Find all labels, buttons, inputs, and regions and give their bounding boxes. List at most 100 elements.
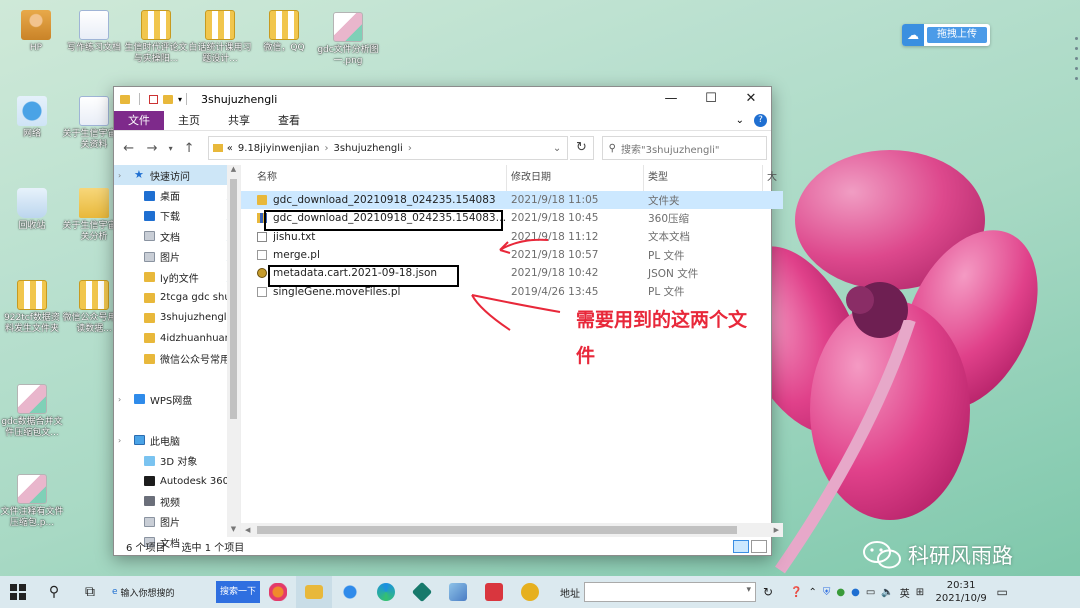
column-size[interactable]: 大 — [763, 165, 783, 191]
column-type[interactable]: 类型 — [644, 165, 763, 191]
nav-item[interactable]: 桌面📌 — [114, 185, 240, 205]
browser-search-input[interactable]: e 输入你想搜的 — [108, 581, 216, 603]
nav-item[interactable]: 3shujuzhengli — [114, 308, 240, 328]
chevron-right-icon[interactable]: › — [408, 143, 412, 154]
clock[interactable]: 20:31 2021/10/9 — [930, 579, 992, 605]
file-type: 文本文档 — [648, 231, 690, 244]
chevron-right-icon[interactable]: › — [118, 395, 128, 404]
nav-item[interactable]: 微信公众号常用图 — [114, 349, 240, 369]
customize-toolbar-icon[interactable]: ▾ — [178, 95, 182, 104]
desktop-icon[interactable]: gdc文件分析图一.png — [316, 12, 380, 67]
nav-item[interactable] — [114, 410, 240, 430]
desktop-icon[interactable]: 回收站 — [0, 188, 64, 232]
address-toolbar-input[interactable]: ▾ — [584, 582, 757, 602]
file-date: 2019/4/26 13:45 — [511, 285, 599, 298]
volume-icon[interactable]: 🔈 — [881, 587, 893, 598]
tray-app-icon[interactable]: ● — [836, 587, 845, 598]
properties-icon[interactable] — [149, 94, 158, 104]
baidu-netdisk-icon[interactable] — [332, 576, 368, 608]
nav-item[interactable]: › 此电脑 — [114, 430, 240, 450]
tab-file[interactable]: 文件 — [114, 111, 164, 130]
nav-item[interactable]: › ★ 快速访问 — [114, 165, 240, 186]
ime-language[interactable]: 英 — [900, 585, 910, 600]
desktop-icon[interactable]: 写作练习文档 — [62, 10, 126, 54]
new-folder-icon[interactable] — [163, 94, 173, 104]
chevron-right-icon[interactable]: › — [324, 143, 328, 154]
chevron-right-icon[interactable]: › — [118, 436, 128, 445]
shield-icon[interactable]: ⛨ — [823, 587, 831, 598]
close-button[interactable]: ✕ — [731, 87, 771, 111]
search-input[interactable]: ⚲ 搜索"3shujuzhengli" — [601, 136, 768, 160]
file-row[interactable]: gdc_download_20210918_024235.154083 2021/… — [241, 191, 783, 210]
tab-share[interactable]: 共享 — [214, 111, 264, 130]
forward-button[interactable]: → — [141, 141, 162, 156]
nav-item[interactable]: 图片 — [114, 512, 240, 532]
ime-mode-icon[interactable]: ⊞ — [916, 587, 924, 598]
search-go-button[interactable]: 搜索一下 — [216, 581, 261, 603]
column-date[interactable]: 修改日期 — [507, 165, 644, 191]
notification-icon[interactable]: ▭ — [992, 585, 1012, 599]
nav-item[interactable] — [114, 369, 240, 389]
desktop-icon[interactable]: 文件注释有文件压缩包.p... — [0, 474, 64, 529]
chevron-down-icon[interactable]: ⌄ — [547, 143, 567, 154]
nav-item[interactable]: 4idzhuanhuang — [114, 328, 240, 348]
nav-item[interactable]: 视频 — [114, 491, 240, 511]
app-icon[interactable] — [512, 576, 548, 608]
address-bar[interactable]: « 9.18jiyinwenjian › 3shujuzhengli › ⌄ — [207, 136, 569, 160]
app-icon[interactable] — [440, 576, 476, 608]
zip-icon — [17, 280, 47, 310]
file-type: JSON 文件 — [648, 267, 699, 280]
desktop-icon[interactable]: HP — [4, 10, 68, 54]
upload-widget[interactable]: ☁ 拖拽上传 — [902, 24, 990, 46]
search-icon[interactable]: ⚲ — [36, 576, 72, 608]
breadcrumb-item[interactable]: 9.18jiyinwenjian — [238, 143, 320, 154]
nav-item[interactable]: ly的文件📌 — [114, 267, 240, 287]
horizontal-scrollbar[interactable]: ◀ ▶ — [241, 523, 783, 537]
refresh-button[interactable]: ↻ — [570, 136, 594, 160]
nav-item[interactable]: 图片📌 — [114, 247, 240, 267]
app-icon[interactable] — [260, 576, 296, 608]
desktop-icon[interactable]: gdc数据合并文件压缩包文... — [0, 384, 64, 439]
nav-scrollbar[interactable]: ▲ ▼ — [227, 165, 240, 537]
chevron-right-icon[interactable]: › — [118, 171, 128, 180]
task-view-icon[interactable]: ⧉ — [72, 576, 108, 608]
breadcrumb-overflow[interactable]: « — [227, 143, 233, 154]
file-row[interactable]: merge.pl 2021/9/18 10:57 PL 文件 — [241, 246, 783, 264]
nav-item[interactable]: 2tcga gdc shuju — [114, 287, 240, 307]
help-icon[interactable]: ❓ — [790, 587, 802, 598]
nav-item[interactable]: › WPS网盘 — [114, 389, 240, 409]
column-name[interactable]: 名称 — [257, 165, 507, 191]
nav-item[interactable]: 下载📌 — [114, 206, 240, 226]
wps-icon[interactable] — [476, 576, 512, 608]
large-icons-view-button[interactable] — [751, 539, 767, 553]
minimize-button[interactable]: — — [651, 87, 691, 111]
network-icon[interactable]: ▭ — [866, 587, 875, 598]
desktop-icon[interactable]: 网络 — [0, 96, 64, 140]
back-button[interactable]: ← — [118, 141, 139, 156]
tab-view[interactable]: 查看 — [264, 111, 314, 130]
desktop-icon[interactable]: 922tcf数据资料发生文件夹 — [0, 280, 64, 335]
details-view-button[interactable] — [733, 539, 749, 553]
nav-item[interactable]: 文档📌 — [114, 226, 240, 246]
app-icon[interactable] — [404, 576, 440, 608]
expand-ribbon-icon[interactable]: ⌄ — [736, 115, 744, 126]
tray-app-icon[interactable]: ● — [851, 587, 860, 598]
up-button[interactable]: ↑ — [178, 141, 199, 156]
edge-icon[interactable] — [368, 576, 404, 608]
chevron-up-icon[interactable]: ⌃ — [808, 587, 816, 598]
desktop-icon[interactable]: 微信，QQ — [252, 10, 316, 54]
tab-home[interactable]: 主页 — [164, 111, 214, 130]
recent-locations-button[interactable]: ▾ — [165, 144, 177, 153]
refresh-icon[interactable]: ↻ — [756, 576, 780, 608]
upload-button[interactable]: 拖拽上传 — [927, 27, 987, 43]
nav-item[interactable]: Autodesk 360 — [114, 471, 240, 491]
file-explorer-icon[interactable] — [296, 576, 333, 608]
desktop-icon[interactable]: 白话统计课用习题设计... — [188, 10, 252, 65]
start-button[interactable] — [0, 576, 36, 608]
help-icon[interactable]: ? — [754, 114, 767, 127]
search-icon: ⚲ — [608, 142, 616, 154]
desktop-icon[interactable]: 生信时代评论文与实操阳... — [124, 10, 188, 65]
maximize-button[interactable]: ☐ — [691, 87, 731, 111]
nav-item[interactable]: 3D 对象 — [114, 450, 240, 470]
breadcrumb-item[interactable]: 3shujuzhengli — [333, 143, 402, 154]
